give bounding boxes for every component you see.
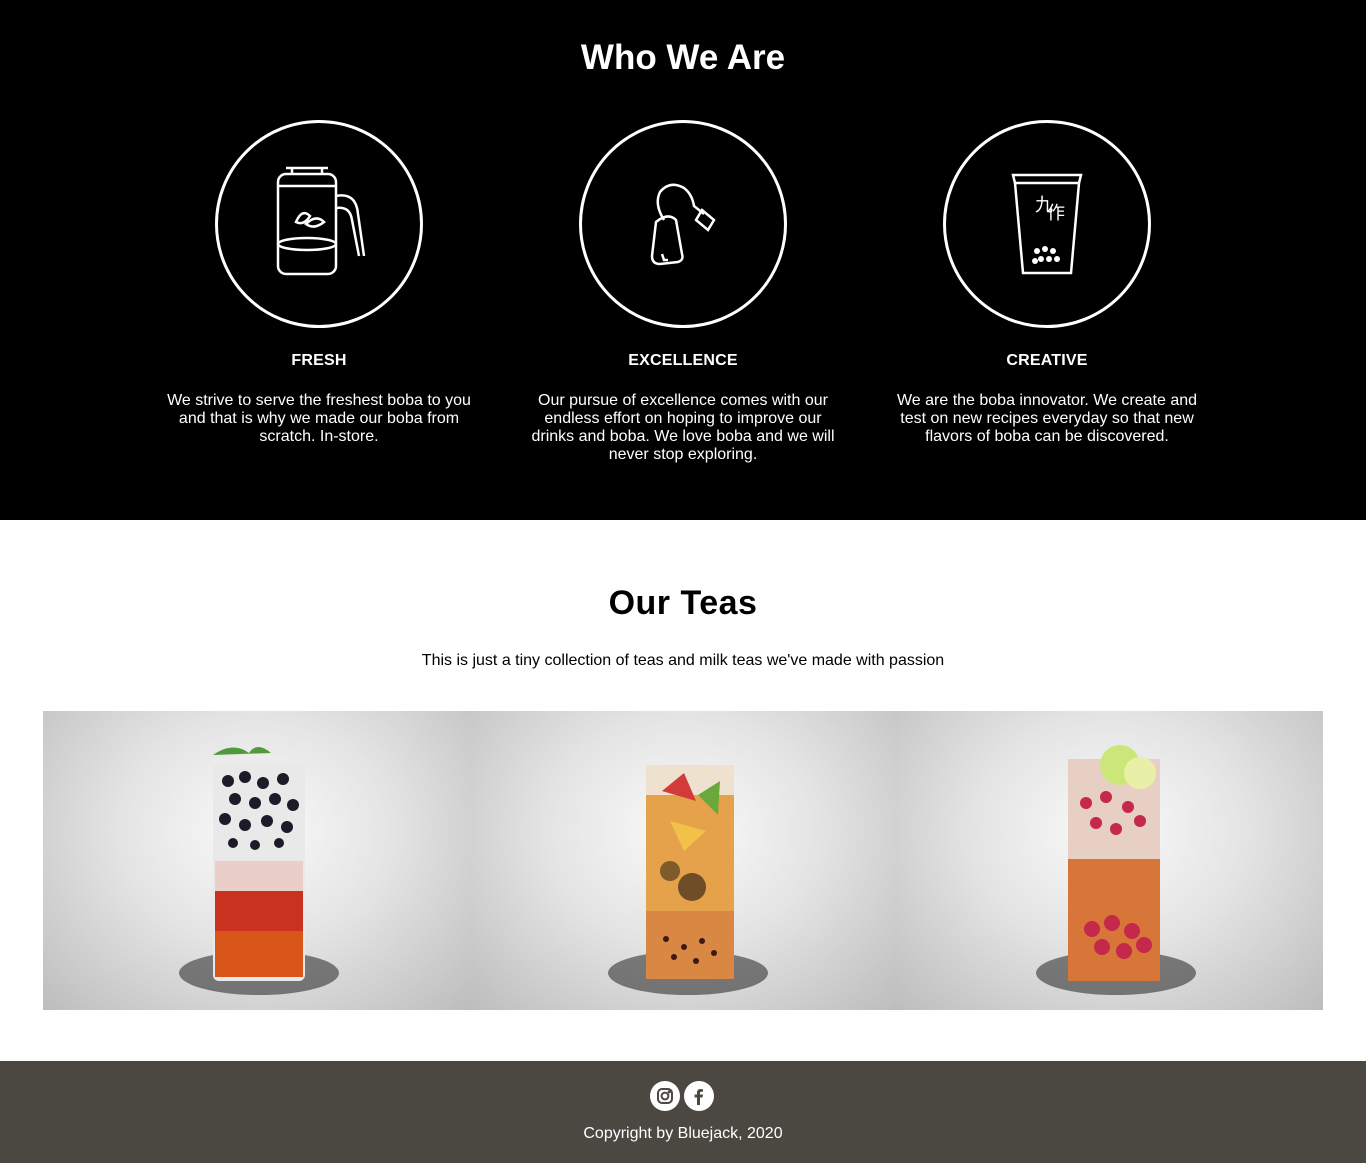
feature-creative: 九 作 CREATIVE We are the boba innovator. … xyxy=(892,120,1202,446)
svg-text:作: 作 xyxy=(1047,203,1065,224)
tea-bag-icon xyxy=(650,183,716,266)
site-footer: Copyright by Bluejack, 2020 xyxy=(0,1061,1366,1163)
our-teas-section: Our Teas This is just a tiny collection … xyxy=(0,520,1366,1061)
feature-title: CREATIVE xyxy=(1006,352,1088,369)
our-teas-title: Our Teas xyxy=(608,584,758,622)
feature-icon-circle xyxy=(579,120,787,328)
tea-gallery xyxy=(43,711,1324,1010)
tea-image-berry-milk-tea xyxy=(43,711,470,1010)
feature-text: We strive to serve the freshest boba to … xyxy=(167,392,471,445)
tea-image-lychee-tea xyxy=(896,711,1324,1010)
feature-title: FRESH xyxy=(291,352,347,369)
feature-text: We are the boba innovator. We create and… xyxy=(896,392,1198,445)
who-we-are-title: Who We Are xyxy=(580,38,786,77)
tea-image-fruit-tea xyxy=(469,711,897,1010)
feature-title: EXCELLENCE xyxy=(628,352,738,369)
feature-icon-circle: 九 作 xyxy=(943,120,1151,328)
tea-pot-icon xyxy=(276,166,366,276)
instagram-icon[interactable] xyxy=(650,1081,680,1111)
social-links xyxy=(650,1081,714,1111)
feature-icon-circle xyxy=(215,120,423,328)
our-teas-subtitle: This is just a tiny collection of teas a… xyxy=(421,652,945,669)
feature-text: Our pursue of excellence comes with our … xyxy=(531,392,835,463)
boba-cup-icon: 九 作 xyxy=(1011,173,1083,275)
who-we-are-section: Who We Are FRESH We strive to serve the … xyxy=(0,0,1366,520)
feature-excellence: EXCELLENCE Our pursue of excellence come… xyxy=(528,120,838,464)
copyright-text: Copyright by Bluejack, 2020 xyxy=(583,1125,783,1142)
facebook-icon[interactable] xyxy=(684,1081,714,1111)
feature-fresh: FRESH We strive to serve the freshest bo… xyxy=(164,120,474,446)
